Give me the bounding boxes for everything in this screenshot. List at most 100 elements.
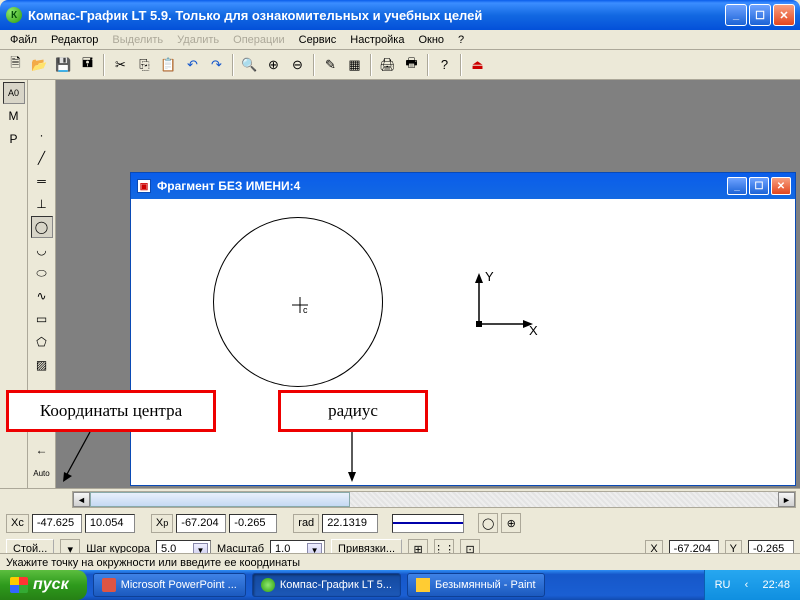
tool-poly[interactable]: ⬠ — [31, 331, 53, 353]
window-maximize-button[interactable]: ☐ — [749, 4, 771, 26]
annotation-center-coords: Координаты центра — [6, 390, 216, 432]
scroll-left-button[interactable]: ◄ — [73, 492, 90, 507]
taskbar-item-powerpoint[interactable]: Microsoft PowerPoint ... — [93, 573, 246, 597]
tool-ellipse[interactable]: ⬭ — [31, 262, 53, 284]
tool-line[interactable]: ╱ — [31, 147, 53, 169]
system-tray: RU ‹ 22:48 — [704, 570, 800, 600]
windows-flag-icon — [10, 577, 28, 593]
yc-field[interactable]: 10.054 — [85, 514, 135, 533]
status-bar: Укажите точку на окружности или введите … — [0, 553, 800, 571]
menu-select: Выделить — [106, 32, 169, 48]
rad-field[interactable]: 22.1319 — [322, 514, 378, 533]
tool-hatch[interactable]: ▨ — [31, 354, 53, 376]
app-icon: К — [6, 7, 22, 23]
new-button[interactable]: 🗎 — [4, 53, 27, 76]
doc-close-button[interactable]: ✕ — [771, 177, 791, 195]
zoom-window-button[interactable]: ⊕ — [262, 53, 285, 76]
cut-button[interactable]: ✂ — [109, 53, 132, 76]
scroll-thumb[interactable] — [90, 492, 350, 507]
xp-label[interactable]: Xp — [151, 514, 173, 533]
menu-help[interactable]: ? — [452, 32, 470, 48]
print-preview-button[interactable]: 🖨 — [376, 53, 399, 76]
help-button[interactable]: ? — [433, 53, 456, 76]
menu-delete: Удалить — [171, 32, 225, 48]
drawing-canvas[interactable]: c Y X — [131, 199, 795, 485]
menu-service[interactable]: Сервис — [293, 32, 343, 48]
circle-mode-2[interactable]: ⊕ — [501, 513, 521, 533]
mode-a0[interactable]: A0 — [3, 82, 25, 104]
taskbar-label-2: Компас-График LT 5... — [280, 579, 392, 591]
tool-spline[interactable]: ∿ — [31, 285, 53, 307]
menu-editor[interactable]: Редактор — [45, 32, 104, 48]
x-axis-label: X — [529, 323, 538, 338]
measure-button[interactable]: ✎ — [319, 53, 342, 76]
xp-field[interactable]: -67.204 — [176, 514, 226, 533]
taskbar-item-paint[interactable]: Безымянный - Paint — [407, 573, 545, 597]
undo-button[interactable]: ↶ — [181, 53, 204, 76]
tool-perp[interactable]: ⊥ — [31, 193, 53, 215]
taskbar-item-kompas[interactable]: Компас-График LT 5... — [252, 573, 401, 597]
document-icon: ▣ — [137, 179, 151, 193]
menu-operations: Операции — [227, 32, 290, 48]
circle-mode-1[interactable]: ◯ — [478, 513, 498, 533]
line-style-preview[interactable] — [392, 514, 464, 533]
center-crosshair: c — [290, 295, 310, 315]
tray-icon[interactable]: ‹ — [738, 577, 754, 593]
tool-parallel[interactable]: ═ — [31, 170, 53, 192]
mode-p[interactable]: P — [3, 128, 25, 150]
kompas-icon — [261, 578, 275, 592]
coordinate-axes: Y X — [467, 269, 547, 339]
tool-rect[interactable]: ▭ — [31, 308, 53, 330]
doc-maximize-button[interactable]: ☐ — [749, 177, 769, 195]
xc-label[interactable]: XXcc — [6, 514, 29, 533]
start-button[interactable]: пуск — [0, 570, 87, 600]
save-button[interactable]: 💾 — [52, 53, 75, 76]
rad-label[interactable]: rad — [293, 514, 319, 533]
powerpoint-icon — [102, 578, 116, 592]
tool-back[interactable]: ← — [31, 439, 53, 461]
horizontal-scrollbar[interactable]: ◄ ► — [72, 491, 796, 508]
taskbar-label-1: Microsoft PowerPoint ... — [121, 579, 237, 591]
mode-m[interactable]: M — [3, 105, 25, 127]
y-axis-label: Y — [485, 269, 494, 284]
window-close-button[interactable]: ✕ — [773, 4, 795, 26]
zoom-out-button[interactable]: ⊖ — [286, 53, 309, 76]
svg-text:c: c — [303, 305, 308, 315]
xc-field[interactable]: -47.625 — [32, 514, 82, 533]
exit-button[interactable]: ⏏ — [466, 53, 489, 76]
save-all-button[interactable]: 🖬 — [76, 53, 99, 76]
tool-point[interactable]: · — [31, 124, 53, 146]
menu-window[interactable]: Окно — [412, 32, 450, 48]
menu-settings[interactable]: Настройка — [344, 32, 410, 48]
zoom-in-button[interactable]: 🔍 — [238, 53, 261, 76]
clock[interactable]: 22:48 — [762, 579, 790, 591]
scroll-right-button[interactable]: ► — [778, 492, 795, 507]
window-title: Компас-График LT 5.9. Только для ознаком… — [28, 8, 482, 23]
document-titlebar: ▣ Фрагмент БЕЗ ИМЕНИ:4 _ ☐ ✕ — [131, 173, 795, 199]
document-window: ▣ Фрагмент БЕЗ ИМЕНИ:4 _ ☐ ✕ c — [130, 172, 796, 486]
parameters-panel: ◄ ► XXcc -47.625 10.054 Xp -67.204 -0.26… — [0, 488, 800, 542]
annotation-radius: радиус — [278, 390, 428, 432]
doc-minimize-button[interactable]: _ — [727, 177, 747, 195]
tool-circle[interactable]: ◯ — [31, 216, 53, 238]
menu-file[interactable]: Файл — [4, 32, 43, 48]
language-indicator[interactable]: RU — [715, 579, 731, 591]
window-minimize-button[interactable]: _ — [725, 4, 747, 26]
document-title: Фрагмент БЕЗ ИМЕНИ:4 — [157, 179, 300, 193]
paint-icon — [416, 578, 430, 592]
taskbar: пуск Microsoft PowerPoint ... Компас-Гра… — [0, 570, 800, 600]
redo-button[interactable]: ↷ — [205, 53, 228, 76]
layers-button[interactable]: ▦ — [343, 53, 366, 76]
tool-arc[interactable]: ◡ — [31, 239, 53, 261]
status-hint: Укажите точку на окружности или введите … — [6, 557, 300, 569]
yp-field[interactable]: -0.265 — [229, 514, 277, 533]
copy-button[interactable]: ⎘ — [133, 53, 156, 76]
tool-auto[interactable]: Auto — [31, 462, 53, 484]
open-button[interactable]: 📂 — [28, 53, 51, 76]
start-label: пуск — [33, 576, 69, 594]
paste-button[interactable]: 📋 — [157, 53, 180, 76]
taskbar-label-3: Безымянный - Paint — [435, 579, 536, 591]
main-toolbar: 🗎 📂 💾 🖬 ✂ ⎘ 📋 ↶ ↷ 🔍 ⊕ ⊖ ✎ ▦ 🖨 🖶 ? ⏏ — [0, 50, 800, 80]
menubar: Файл Редактор Выделить Удалить Операции … — [0, 30, 800, 50]
print-button[interactable]: 🖶 — [400, 53, 423, 76]
